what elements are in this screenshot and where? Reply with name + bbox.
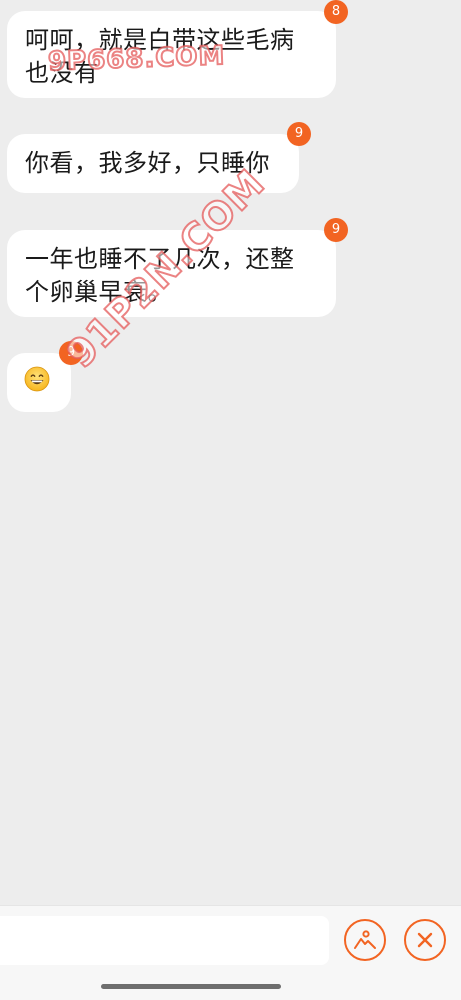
input-bar <box>0 905 461 1000</box>
chat-screen: 呵呵，就是白带这些毛病 也没有 8 你看，我多好，只睡你 9 一年也睡不了几次，… <box>0 0 461 1000</box>
message-count-badge: 9 <box>287 122 311 146</box>
message-count-badge: 8 <box>324 0 348 24</box>
message-bubble[interactable]: 你看，我多好，只睡你 <box>7 134 299 193</box>
message-count-badge: 9 <box>324 218 348 242</box>
home-indicator[interactable] <box>101 984 281 989</box>
message-text: 你看，我多好，只睡你 <box>25 149 270 177</box>
message-list[interactable]: 呵呵，就是白带这些毛病 也没有 8 你看，我多好，只睡你 9 一年也睡不了几次，… <box>0 0 461 905</box>
close-button[interactable] <box>404 919 446 961</box>
message-count-badge: 9 <box>59 341 83 365</box>
message-input[interactable] <box>0 916 329 965</box>
message-bubble[interactable]: 呵呵，就是白带这些毛病 也没有 <box>7 11 336 98</box>
image-button[interactable] <box>344 919 386 961</box>
message-bubble[interactable] <box>7 353 71 412</box>
image-mountain-icon <box>354 930 376 949</box>
grinning-face-emoji-icon <box>24 366 50 392</box>
message-text: 一年也睡不了几次，还整 个卵巢早衰。 <box>25 245 295 306</box>
message-text: 呵呵，就是白带这些毛病 也没有 <box>25 26 295 87</box>
close-x-icon <box>417 932 433 948</box>
message-bubble[interactable]: 一年也睡不了几次，还整 个卵巢早衰。 <box>7 230 336 317</box>
